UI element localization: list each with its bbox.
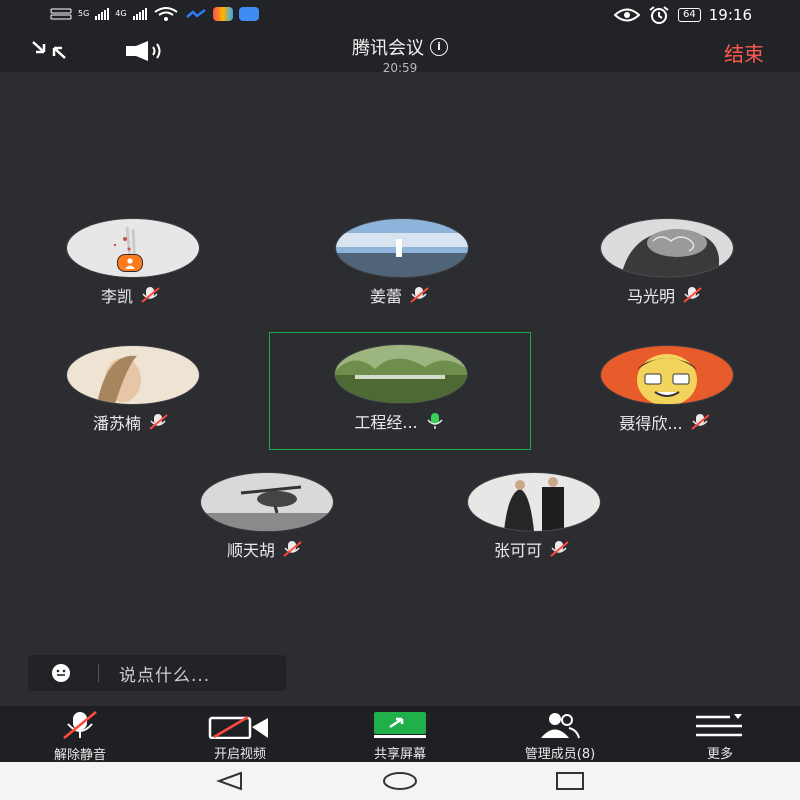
participant-name: 工程经...: [354, 413, 418, 432]
eye-icon: [614, 8, 641, 22]
alarm-icon: [649, 6, 669, 24]
mic-muted-icon: [63, 711, 97, 739]
status-right: 64 19:16: [614, 6, 752, 24]
participant-tile[interactable]: 张可可: [401, 459, 663, 577]
meeting-header: 腾讯会议 i 20:59 结束: [0, 34, 800, 75]
back-icon: [216, 771, 242, 791]
participant-tile-active-speaker[interactable]: 工程经...: [269, 332, 531, 450]
clock: 19:16: [708, 6, 752, 24]
participant-name-row: 马光明: [534, 283, 796, 307]
menu-icon: [696, 714, 742, 737]
mic-muted-icon: [141, 287, 160, 303]
emoji-icon[interactable]: [50, 662, 72, 684]
participant-name: 马光明: [626, 287, 675, 306]
wifi-icon: [154, 7, 178, 21]
start-video-label: 开启视频: [213, 747, 266, 762]
mic-muted-icon: [149, 414, 168, 430]
meeting-toolbar: 解除静音 开启视频 共享屏幕 管理成员(8) 更多: [0, 706, 800, 763]
participant-name: 潘苏楠: [92, 414, 141, 433]
participant-name-row: 姜蕾: [269, 283, 531, 307]
title-block: 腾讯会议 i 20:59: [0, 34, 800, 75]
avatar: [334, 344, 468, 404]
avatar: [467, 472, 601, 532]
participant-name-row: 工程经...: [270, 409, 530, 433]
speaker-icon[interactable]: [124, 40, 170, 62]
minimize-icon[interactable]: [30, 40, 68, 60]
app-icon: [238, 7, 259, 21]
participant-name: 李凯: [100, 287, 133, 306]
status-left: 5G 4G: [50, 7, 259, 21]
members-icon: [541, 713, 580, 739]
manage-members-button[interactable]: 管理成员(8): [480, 706, 640, 762]
network-label: 4G: [115, 9, 127, 18]
share-screen-label: 共享屏幕: [373, 747, 426, 762]
recents-icon: [556, 772, 584, 790]
participant-tile[interactable]: 潘苏楠: [0, 332, 262, 450]
mic-muted-icon: [283, 541, 302, 557]
nav-recents-button[interactable]: [485, 771, 655, 791]
avatar: [335, 218, 469, 278]
participant-name: 聂得欣...: [619, 414, 683, 433]
meeting-title-text: 腾讯会议: [352, 38, 424, 59]
participant-tile[interactable]: 顺天胡: [134, 459, 396, 577]
mic-active-icon: [427, 413, 443, 429]
manage-members-label: 管理成员(8): [524, 747, 596, 762]
unmute-label: 解除静音: [53, 748, 106, 763]
mic-muted-icon: [690, 414, 710, 430]
participant-grid: 李凯 姜蕾 马光明 潘苏楠 工程经... 聂得欣... 顺天胡 张可可: [0, 72, 800, 702]
start-video-button[interactable]: 开启视频: [160, 706, 320, 762]
participant-tile[interactable]: 姜蕾: [269, 205, 531, 323]
signal-icon: [95, 8, 110, 20]
more-button[interactable]: 更多: [640, 706, 800, 762]
more-label: 更多: [706, 747, 733, 762]
participant-tile[interactable]: 聂得欣...: [534, 332, 796, 450]
meeting-title[interactable]: 腾讯会议 i: [352, 34, 448, 60]
app-icon: [185, 9, 206, 18]
chat-input[interactable]: 说点什么...: [28, 655, 286, 691]
end-meeting-button[interactable]: 结束: [724, 38, 764, 67]
avatar: [66, 345, 200, 405]
participant-name-row: 潘苏楠: [0, 410, 262, 434]
share-screen-icon: [374, 712, 426, 738]
participant-name: 顺天胡: [226, 541, 275, 560]
status-bar: 5G 4G 64 19:16: [0, 0, 800, 34]
mic-muted-icon: [683, 287, 702, 303]
participant-name: 姜蕾: [369, 287, 402, 306]
avatar: [200, 472, 334, 532]
system-nav-bar: [0, 762, 800, 800]
unmute-button[interactable]: 解除静音: [0, 706, 160, 763]
participant-tile[interactable]: 马光明: [534, 205, 796, 323]
signal-icon: [132, 8, 147, 20]
nav-back-button[interactable]: [145, 771, 315, 791]
nav-home-button[interactable]: [315, 771, 485, 791]
avatar: [600, 218, 734, 278]
sim-icon: [50, 8, 72, 20]
sim-signal-label: 5G: [78, 9, 90, 18]
app-icon: [212, 7, 233, 21]
share-screen-button[interactable]: 共享屏幕: [320, 706, 480, 762]
participant-name-row: 顺天胡: [134, 537, 396, 561]
camera-off-icon: [208, 715, 268, 739]
info-icon[interactable]: i: [430, 38, 448, 56]
host-icon: [125, 258, 135, 269]
mic-muted-icon: [550, 541, 569, 557]
chat-divider: [98, 664, 99, 682]
mic-muted-icon: [410, 287, 429, 303]
participant-name: 张可可: [493, 541, 542, 560]
battery-icon: 64: [678, 8, 701, 22]
participant-tile[interactable]: 李凯: [0, 205, 262, 323]
participant-name-row: 聂得欣...: [534, 410, 796, 434]
participant-name-row: 张可可: [401, 537, 663, 561]
host-badge: [117, 254, 143, 272]
chat-placeholder: 说点什么...: [119, 665, 211, 686]
avatar: [600, 345, 734, 405]
home-icon: [383, 772, 417, 790]
participant-name-row: 李凯: [0, 283, 262, 307]
